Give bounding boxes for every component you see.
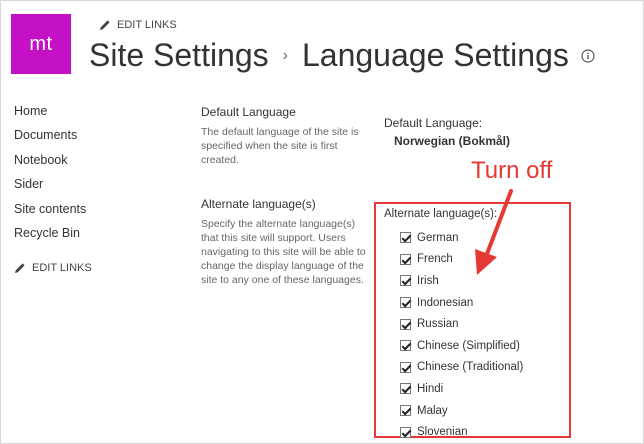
language-option-chinese-simplified[interactable]: Chinese (Simplified) bbox=[400, 335, 523, 357]
language-option-indonesian[interactable]: Indonesian bbox=[400, 292, 523, 314]
language-label: Russian bbox=[417, 318, 459, 331]
checkbox-german[interactable] bbox=[400, 232, 411, 244]
nav-item-recycle-bin[interactable]: Recycle Bin bbox=[14, 224, 86, 248]
site-logo-text: mt bbox=[29, 32, 53, 55]
checkbox-malay[interactable] bbox=[400, 405, 411, 417]
language-label: Chinese (Simplified) bbox=[417, 339, 520, 352]
alternate-language-section-title: Alternate language(s) bbox=[201, 197, 316, 211]
language-label: Slovenian bbox=[417, 426, 468, 439]
language-label: French bbox=[417, 253, 453, 266]
page-frame: mt EDIT LINKS Site Settings › Language S… bbox=[0, 0, 644, 444]
language-option-chinese-traditional[interactable]: Chinese (Traditional) bbox=[400, 357, 523, 379]
checkbox-chinese-traditional[interactable] bbox=[400, 361, 411, 373]
checkbox-indonesian[interactable] bbox=[400, 297, 411, 309]
checkbox-chinese-simplified[interactable] bbox=[400, 340, 411, 352]
default-language-section-title: Default Language bbox=[201, 105, 296, 119]
pencil-icon bbox=[15, 263, 25, 273]
breadcrumb-separator: › bbox=[282, 46, 288, 64]
language-label: Hindi bbox=[417, 382, 444, 395]
page-title-row: Site Settings › Language Settings bbox=[89, 37, 595, 74]
alternate-language-list: German French Irish Indonesian Russian C… bbox=[400, 227, 523, 443]
edit-links-left-label: EDIT LINKS bbox=[32, 262, 92, 274]
language-label: German bbox=[417, 231, 459, 244]
left-navigation: Home Documents Notebook Sider Site conte… bbox=[14, 102, 86, 248]
site-logo[interactable]: mt bbox=[11, 14, 71, 74]
alternate-language-description: Specify the alternate language(s) that t… bbox=[201, 218, 366, 286]
language-label: Malay bbox=[417, 404, 448, 417]
default-language-value: Norwegian (Bokmål) bbox=[394, 134, 511, 148]
checkbox-russian[interactable] bbox=[400, 318, 411, 330]
language-option-german[interactable]: German bbox=[400, 227, 523, 249]
checkbox-hindi[interactable] bbox=[400, 383, 411, 395]
alternate-languages-label: Alternate language(s): bbox=[384, 208, 498, 220]
language-option-malay[interactable]: Malay bbox=[400, 400, 523, 422]
language-option-irish[interactable]: Irish bbox=[400, 270, 523, 292]
default-language-description: The default language of the site is spec… bbox=[201, 126, 359, 166]
checkbox-french[interactable] bbox=[400, 253, 411, 265]
language-label: Indonesian bbox=[417, 296, 474, 309]
language-option-french[interactable]: French bbox=[400, 249, 523, 271]
nav-item-home[interactable]: Home bbox=[14, 102, 86, 126]
info-icon[interactable] bbox=[581, 48, 595, 63]
checkbox-irish[interactable] bbox=[400, 275, 411, 287]
language-option-russian[interactable]: Russian bbox=[400, 313, 523, 335]
nav-item-sider[interactable]: Sider bbox=[14, 175, 86, 199]
checkbox-slovenian[interactable] bbox=[400, 426, 411, 438]
language-option-hindi[interactable]: Hindi bbox=[400, 378, 523, 400]
language-label: Chinese (Traditional) bbox=[417, 361, 524, 374]
language-option-slovenian[interactable]: Slovenian bbox=[400, 421, 523, 443]
pencil-icon bbox=[100, 20, 110, 30]
page-title: Language Settings bbox=[301, 37, 569, 73]
breadcrumb-site-settings[interactable]: Site Settings bbox=[89, 37, 269, 74]
nav-item-notebook[interactable]: Notebook bbox=[14, 151, 86, 175]
language-label: Irish bbox=[417, 274, 439, 287]
edit-links-top-label: EDIT LINKS bbox=[117, 19, 177, 31]
default-language-label: Default Language: bbox=[384, 116, 483, 130]
nav-item-documents[interactable]: Documents bbox=[14, 126, 86, 150]
annotation-turn-off: Turn off bbox=[471, 157, 553, 184]
nav-item-site-contents[interactable]: Site contents bbox=[14, 200, 86, 224]
edit-links-left[interactable]: EDIT LINKS bbox=[14, 262, 92, 274]
edit-links-top[interactable]: EDIT LINKS bbox=[99, 19, 177, 31]
